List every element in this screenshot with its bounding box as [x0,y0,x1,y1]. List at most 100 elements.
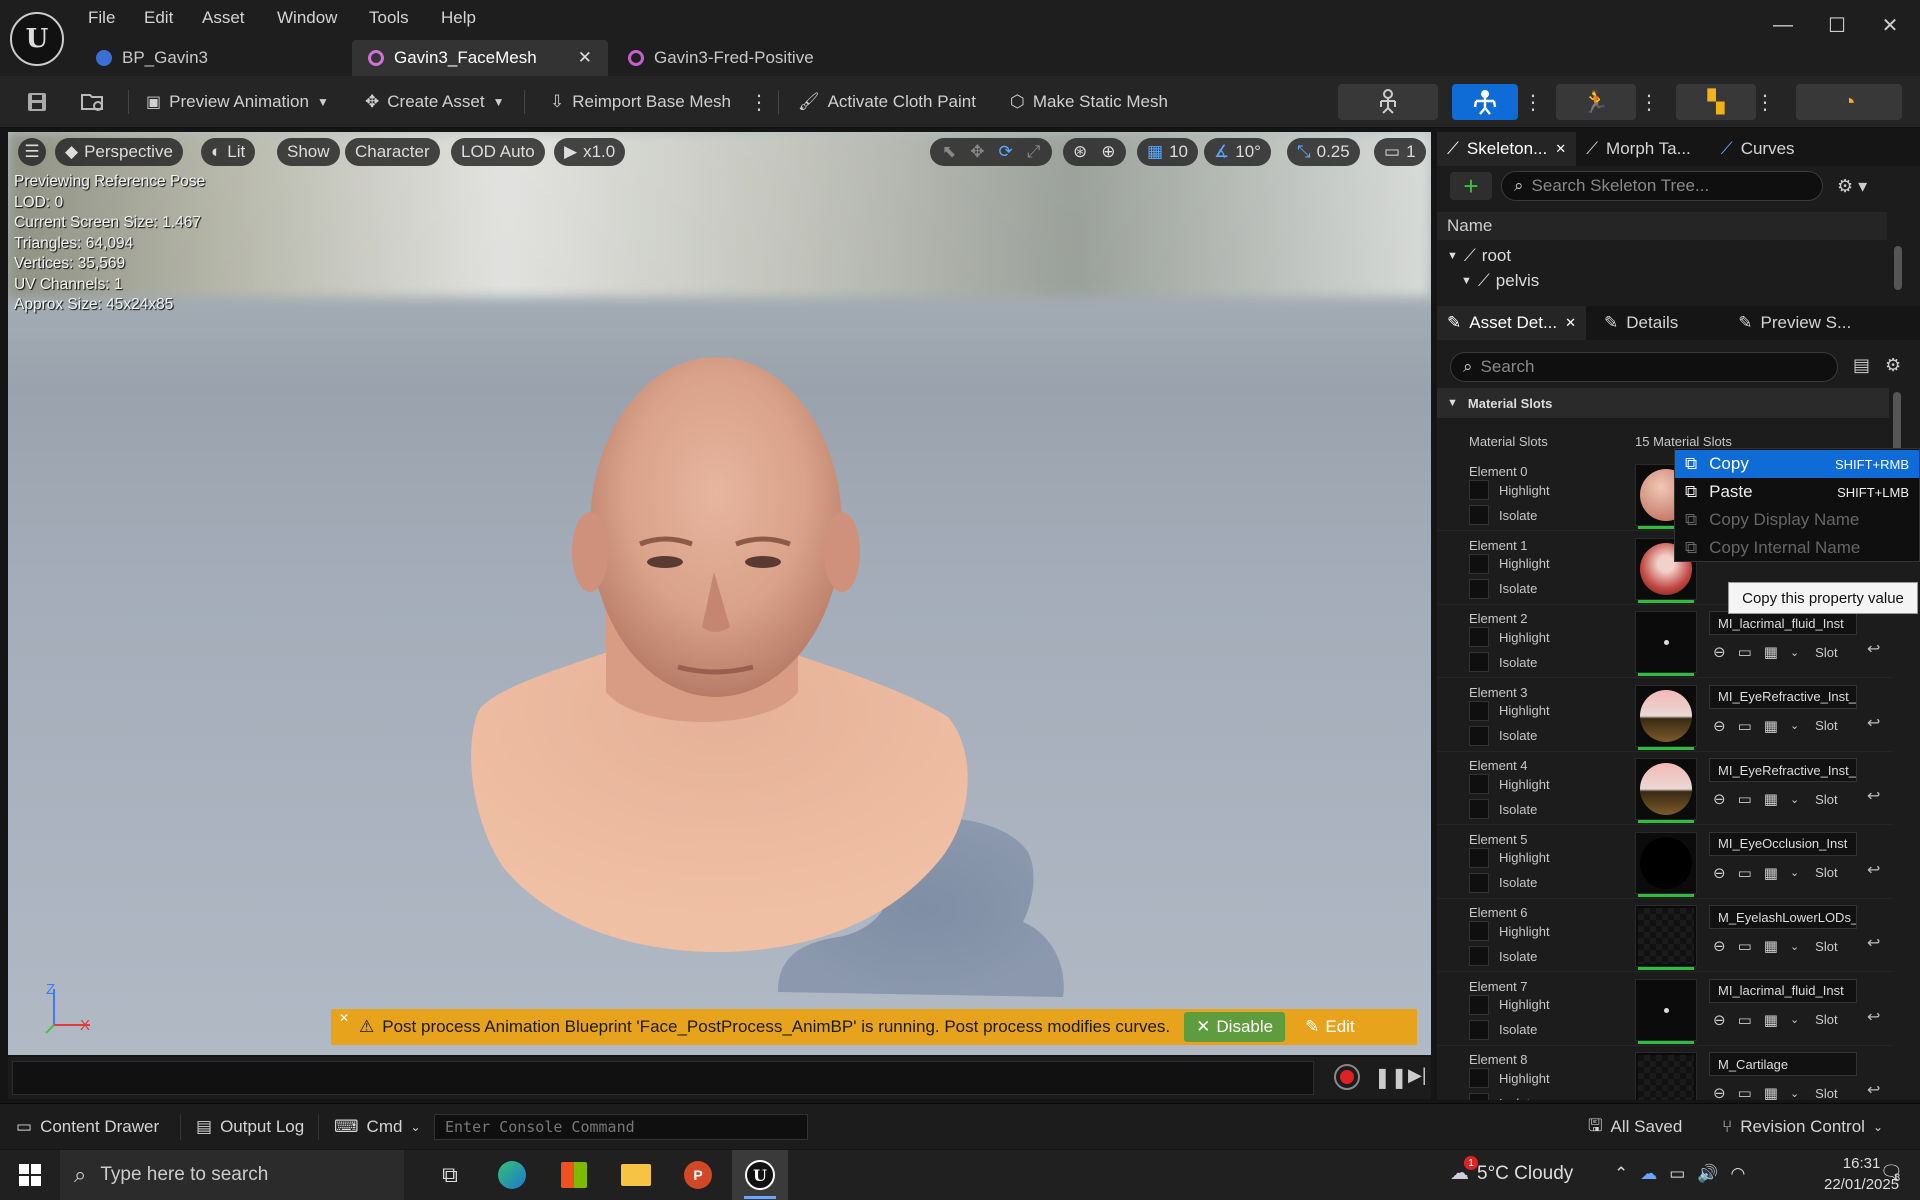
menu-help[interactable]: Help [441,8,476,28]
tab-gavin3-fred-positive[interactable]: Gavin3-Fred-Positive [612,40,882,76]
use-selected-icon[interactable]: ⊖ [1713,937,1726,955]
edge-browser-icon[interactable] [484,1150,540,1200]
highlight-checkbox-row[interactable]: Highlight [1469,847,1550,868]
save-icon[interactable] [18,84,56,120]
reset-arrow-icon[interactable]: ↩ [1867,713,1880,733]
create-asset-button[interactable]: ✥ Create Asset ▼ [357,84,512,120]
isolate-checkbox[interactable] [1469,1019,1489,1040]
menu-item-paste[interactable]: ⧉ Paste SHIFT+LMB [1675,478,1919,506]
use-selected-icon[interactable]: ⊖ [1713,717,1726,735]
more-options-icon[interactable]: ⋮ [1523,84,1543,120]
highlight-checkbox-row[interactable]: Highlight [1469,627,1550,647]
close-icon[interactable]: ✕ [1555,141,1566,157]
browse-folder-icon[interactable]: ▭ [1738,864,1752,882]
make-static-mesh-button[interactable]: ⬡ Make Static Mesh [1002,84,1176,120]
tab-preview-scene[interactable]: ✎ Preview S... [1728,306,1861,340]
tab-gavin3-facemesh[interactable]: Gavin3_FaceMesh ✕ [352,40,608,76]
tab-asset-details[interactable]: ✎ Asset Det... ✕ [1437,306,1587,340]
texture-icon[interactable]: ▦ [1764,937,1778,955]
highlight-checkbox[interactable] [1469,700,1489,721]
highlight-checkbox[interactable] [1469,553,1489,574]
reset-arrow-icon[interactable]: ↩ [1867,786,1880,806]
unreal-logo-icon[interactable]: U [10,12,64,66]
isolate-checkbox[interactable] [1469,799,1489,819]
chevron-up-icon[interactable]: ⌃ [1614,1164,1628,1184]
dismiss-icon[interactable]: ✕ [339,1011,349,1025]
highlight-checkbox-row[interactable]: Highlight [1469,994,1550,1015]
powerpoint-icon[interactable]: P [670,1150,726,1200]
material-name-field[interactable]: M_Cartilage [1709,1052,1857,1076]
animation-mode-button[interactable]: 🏃 [1556,84,1636,120]
material-name-field[interactable]: MI_lacrimal_fluid_Inst [1709,978,1857,1003]
browse-icon[interactable] [72,84,114,120]
add-bone-button[interactable]: + [1450,171,1492,201]
pause-icon[interactable]: ❚❚ [1374,1065,1408,1090]
timeline-track[interactable] [12,1061,1314,1095]
edit-button[interactable]: ✎ Edit [1293,1012,1367,1042]
browse-folder-icon[interactable]: ▭ [1738,790,1752,808]
tab-morph-targets[interactable]: ⟋ Morph Ta... [1576,132,1701,166]
highlight-checkbox[interactable] [1469,480,1489,500]
transform-tools[interactable]: ⬉ ✥ ⟳ ⤢ [930,138,1053,166]
chevron-down-icon[interactable]: ⌄ [1790,1087,1799,1100]
chevron-down-icon[interactable]: ⌄ [1790,793,1799,806]
menu-edit[interactable]: Edit [144,8,173,28]
isolate-checkbox[interactable] [1469,652,1489,672]
use-selected-icon[interactable]: ⊖ [1713,1084,1726,1100]
chevron-down-icon[interactable]: ⌄ [1790,1013,1799,1026]
tab-details[interactable]: ✎ Details [1594,306,1688,340]
activate-cloth-paint-button[interactable]: 🖌 Activate Cloth Paint [790,84,984,120]
material-thumbnail[interactable] [1635,905,1697,970]
character-dropdown[interactable]: Character [345,138,440,166]
material-name-field[interactable]: M_EyelashLowerLODs_I [1709,905,1857,929]
chevron-down-icon[interactable]: ⌄ [1790,866,1799,879]
isolate-checkbox-row[interactable]: Isolate [1469,578,1537,599]
task-view-icon[interactable]: ⧉ [422,1150,478,1200]
highlight-checkbox[interactable] [1469,627,1489,647]
material-thumbnail[interactable] [1635,758,1697,823]
material-thumbnail[interactable] [1635,611,1697,676]
reset-arrow-icon[interactable]: ↩ [1867,1007,1880,1027]
texture-icon[interactable]: ▦ [1764,1011,1778,1029]
texture-icon[interactable]: ▦ [1764,643,1778,661]
highlight-checkbox[interactable] [1469,847,1489,868]
use-selected-icon[interactable]: ⊖ [1713,864,1726,882]
minimize-icon[interactable]: — [1763,10,1803,40]
menu-item-copy-display-name[interactable]: ⧉ Copy Display Name [1675,506,1919,534]
close-window-icon[interactable]: ✕ [1870,10,1910,40]
highlight-checkbox-row[interactable]: Highlight [1469,774,1550,794]
highlight-checkbox[interactable] [1469,921,1489,941]
viewport[interactable]: ☰ ◆ Perspective ◐ Lit Show Character LOD… [8,132,1431,1055]
cmd-dropdown[interactable]: ⌨ Cmd ⌄ [326,1112,429,1142]
isolate-checkbox-row[interactable]: Isolate [1469,652,1537,672]
name-column-header[interactable]: Name [1437,212,1887,240]
material-thumbnail[interactable] [1635,978,1697,1044]
highlight-checkbox-row[interactable]: Highlight [1469,921,1550,941]
more-options-icon[interactable]: ⋮ [1639,84,1659,120]
tree-row-root[interactable]: ▼ ⟋ root [1447,246,1511,266]
isolate-checkbox[interactable] [1469,505,1489,525]
isolate-checkbox[interactable] [1469,578,1489,599]
reset-arrow-icon[interactable]: ↩ [1867,639,1880,659]
isolate-checkbox[interactable] [1469,872,1489,893]
step-forward-icon[interactable]: ▶| [1408,1065,1427,1086]
material-name-field[interactable]: MI_EyeOcclusion_Inst [1709,831,1857,856]
settings-gear-icon[interactable]: ⚙ ▾ [1837,176,1867,197]
revision-control-dropdown[interactable]: ⑂ Revision Control ⌄ [1714,1112,1891,1142]
maximize-icon[interactable]: ☐ [1817,10,1857,40]
translate-icon[interactable]: ✥ [970,142,984,162]
physics-mode-button[interactable]: ◔ [1796,84,1902,120]
menu-item-copy-internal-name[interactable]: ⧉ Copy Internal Name [1675,534,1919,562]
settings-gear-icon[interactable]: ⚙ [1885,355,1901,376]
browse-folder-icon[interactable]: ▭ [1738,1084,1752,1100]
isolate-checkbox-row[interactable]: Isolate [1469,946,1537,966]
battery-icon[interactable]: ▭ [1669,1164,1685,1184]
blueprint-mode-button[interactable]: ▚ [1676,84,1756,120]
unreal-engine-taskbar-icon[interactable]: U [732,1150,788,1200]
scale-icon[interactable]: ⤢ [1027,142,1041,162]
browse-folder-icon[interactable]: ▭ [1738,717,1752,735]
texture-icon[interactable]: ▦ [1764,1084,1778,1100]
microsoft-store-icon[interactable] [546,1150,602,1200]
surface-snap-icon[interactable]: ⊛ [1073,142,1087,162]
highlight-checkbox-row[interactable]: Highlight [1469,480,1550,500]
